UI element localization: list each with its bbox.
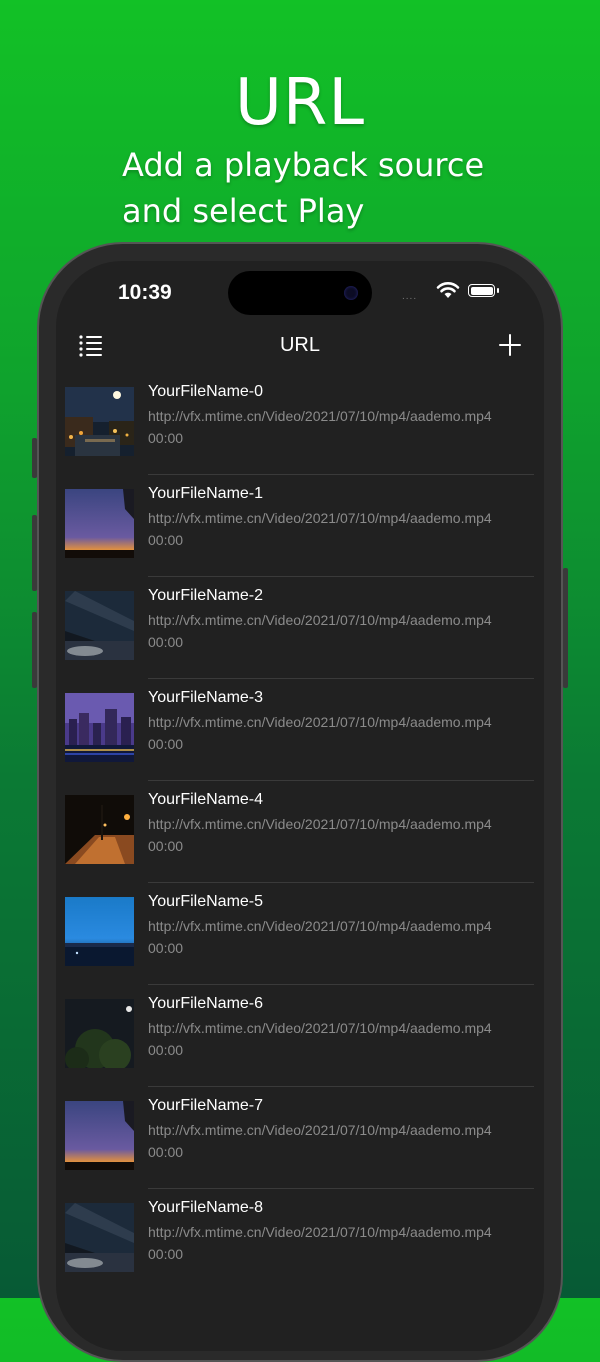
file-url: http://vfx.mtime.cn/Video/2021/07/10/mp4…	[148, 714, 492, 730]
video-thumbnail	[65, 1101, 134, 1170]
phone-screen: 10:39 .... URL YourFileName-0 http://vfx…	[56, 261, 544, 1351]
file-name: YourFileName-7	[148, 1097, 264, 1114]
promo-title: URL	[235, 66, 365, 140]
status-time: 10:39	[118, 281, 172, 304]
file-url: http://vfx.mtime.cn/Video/2021/07/10/mp4…	[148, 1020, 492, 1036]
file-duration: 00:00	[148, 430, 184, 446]
dynamic-island	[228, 271, 372, 315]
promo-subtitle: Add a playback source and select Play	[122, 142, 542, 234]
side-button-volume-down	[32, 612, 37, 688]
file-name: YourFileName-2	[148, 587, 264, 604]
promo-subtitle-line1: Add a playback source	[122, 146, 485, 184]
file-url: http://vfx.mtime.cn/Video/2021/07/10/mp4…	[148, 918, 492, 934]
video-thumbnail	[65, 591, 134, 660]
promo-subtitle-line2: and select Play	[122, 192, 365, 230]
file-duration: 00:00	[148, 1144, 184, 1160]
file-duration: 00:00	[148, 1246, 184, 1262]
file-name: YourFileName-0	[148, 383, 264, 400]
file-url: http://vfx.mtime.cn/Video/2021/07/10/mp4…	[148, 1224, 492, 1240]
nav-title: URL	[279, 334, 320, 356]
video-thumbnail	[65, 795, 134, 864]
file-name: YourFileName-5	[148, 893, 264, 910]
video-thumbnail	[65, 693, 134, 762]
file-name: YourFileName-3	[148, 689, 264, 706]
nav-bar: URL	[56, 325, 544, 369]
wifi-icon	[436, 282, 460, 298]
file-name: YourFileName-4	[148, 791, 264, 808]
video-thumbnail	[65, 387, 134, 456]
list-item[interactable]: YourFileName-8 http://vfx.mtime.cn/Video…	[56, 1189, 544, 1291]
list-item[interactable]: YourFileName-6 http://vfx.mtime.cn/Video…	[56, 985, 544, 1087]
video-thumbnail	[65, 999, 134, 1068]
file-name: YourFileName-8	[148, 1199, 264, 1216]
side-button-mute	[32, 438, 37, 478]
list-item[interactable]: YourFileName-3 http://vfx.mtime.cn/Video…	[56, 679, 544, 781]
list-item[interactable]: YourFileName-4 http://vfx.mtime.cn/Video…	[56, 781, 544, 883]
list-item[interactable]: YourFileName-5 http://vfx.mtime.cn/Video…	[56, 883, 544, 985]
signal-icon: ....	[402, 291, 418, 302]
file-url: http://vfx.mtime.cn/Video/2021/07/10/mp4…	[148, 408, 492, 424]
file-url: http://vfx.mtime.cn/Video/2021/07/10/mp4…	[148, 510, 492, 526]
side-button-power	[563, 568, 568, 688]
side-button-volume-up	[32, 515, 37, 591]
list-item[interactable]: YourFileName-2 http://vfx.mtime.cn/Video…	[56, 577, 544, 679]
file-name: YourFileName-6	[148, 995, 264, 1012]
battery-cap	[497, 288, 499, 293]
file-duration: 00:00	[148, 1042, 184, 1058]
plus-icon[interactable]	[498, 333, 522, 357]
file-duration: 00:00	[148, 940, 184, 956]
file-url: http://vfx.mtime.cn/Video/2021/07/10/mp4…	[148, 1122, 492, 1138]
file-duration: 00:00	[148, 532, 184, 548]
list-item[interactable]: YourFileName-7 http://vfx.mtime.cn/Video…	[56, 1087, 544, 1189]
file-name: YourFileName-1	[148, 485, 264, 502]
list-item[interactable]: YourFileName-1 http://vfx.mtime.cn/Video…	[56, 475, 544, 577]
file-duration: 00:00	[148, 736, 184, 752]
file-url: http://vfx.mtime.cn/Video/2021/07/10/mp4…	[148, 816, 492, 832]
file-duration: 00:00	[148, 634, 184, 650]
file-url: http://vfx.mtime.cn/Video/2021/07/10/mp4…	[148, 612, 492, 628]
list-item[interactable]: YourFileName-0 http://vfx.mtime.cn/Video…	[56, 373, 544, 475]
camera-icon	[344, 286, 358, 300]
video-thumbnail	[65, 897, 134, 966]
video-thumbnail	[65, 489, 134, 558]
file-duration: 00:00	[148, 838, 184, 854]
video-thumbnail	[65, 1203, 134, 1272]
battery-icon	[468, 284, 495, 297]
